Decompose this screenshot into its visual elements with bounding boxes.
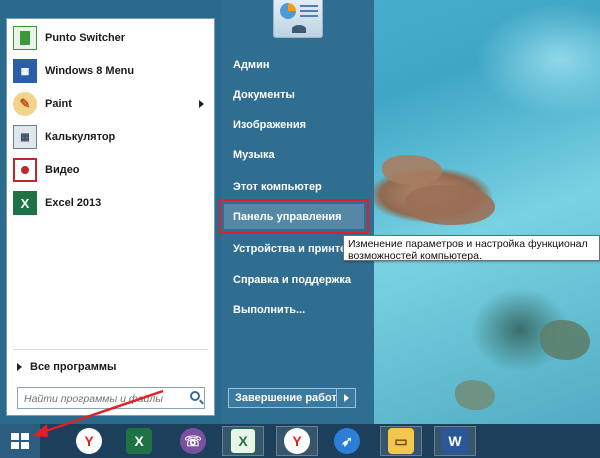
excel-taskbar-icon: X [126, 428, 152, 454]
lamp-icon [292, 25, 306, 33]
start-button[interactable] [0, 424, 40, 458]
all-programs-label: Все программы [30, 361, 117, 373]
shutdown-options-button[interactable] [336, 388, 356, 408]
program-label: Excel 2013 [45, 197, 102, 209]
list-lines-icon [300, 5, 318, 17]
search-box[interactable] [17, 387, 205, 410]
tooltip: Изменение параметров и настройка функцио… [343, 235, 600, 261]
taskbar-excel[interactable]: X [118, 426, 160, 456]
taskbar-viber[interactable]: ☏ [172, 426, 214, 456]
shutdown-label: Завершение работы [235, 392, 347, 404]
word-icon: W [442, 428, 468, 454]
excel-2-taskbar-icon: X [230, 428, 256, 454]
wallpaper-rock [540, 320, 590, 360]
menu-item-this-pc[interactable]: Этот компьютер [233, 178, 322, 196]
start-menu-left-panel: Punto Switcher ▦ Windows 8 Menu ✎ Paint … [0, 0, 221, 424]
wallpaper-rock [455, 380, 495, 410]
menu-item-admin[interactable]: Админ [233, 56, 269, 74]
chart-pie-icon [280, 3, 296, 19]
yandex-browser-icon: Y [76, 428, 102, 454]
taskbar-file-explorer[interactable]: ▭ [380, 426, 422, 456]
program-item-excel[interactable]: X Excel 2013 [13, 188, 101, 218]
program-label: Paint [45, 98, 72, 110]
taskbar-yandex-browser[interactable]: Y [68, 426, 110, 456]
menu-item-documents[interactable]: Документы [233, 86, 295, 104]
taskbar-excel-2[interactable]: X [222, 426, 264, 456]
program-item-paint[interactable]: ✎ Paint [13, 89, 210, 119]
program-item-video[interactable]: Видео [13, 155, 80, 185]
user-picture[interactable] [273, 0, 323, 38]
menu-item-devices-printers[interactable]: Устройства и принтер [233, 240, 353, 258]
file-explorer-icon: ▭ [388, 428, 414, 454]
menu-item-run[interactable]: Выполнить... [233, 301, 305, 319]
program-item-punto-switcher[interactable]: Punto Switcher [13, 23, 125, 53]
viber-icon: ☏ [180, 428, 206, 454]
program-item-calculator[interactable]: ▦ Калькулятор [13, 122, 115, 152]
menu-item-control-panel[interactable]: Панель управления [233, 208, 342, 226]
menu-item-pictures[interactable]: Изображения [233, 116, 306, 134]
wallpaper-rock [382, 155, 442, 185]
excel-icon: X [13, 191, 37, 215]
wallpaper-rock [405, 185, 495, 225]
divider [13, 349, 208, 350]
windows8-menu-icon: ▦ [13, 59, 37, 83]
chevron-right-icon [344, 394, 349, 402]
program-item-windows8-menu[interactable]: ▦ Windows 8 Menu [13, 56, 134, 86]
all-programs-button[interactable]: Все программы [17, 359, 116, 375]
menu-item-music[interactable]: Музыка [233, 146, 275, 164]
bird-app-icon: ➶ [334, 428, 360, 454]
submenu-arrow-icon [199, 100, 204, 108]
video-icon [13, 158, 37, 182]
taskbar-bird-app[interactable]: ➶ [326, 426, 368, 456]
search-input[interactable] [18, 388, 190, 410]
program-label: Калькулятор [45, 131, 116, 143]
punto-switcher-icon [13, 26, 37, 50]
taskbar-word[interactable]: W [434, 426, 476, 456]
tooltip-line-2: возможностей компьютера. [348, 250, 482, 261]
search-icon[interactable] [190, 391, 200, 401]
paint-icon: ✎ [13, 92, 37, 116]
program-label: Punto Switcher [45, 32, 126, 44]
expand-arrow-icon [17, 363, 22, 371]
program-label: Windows 8 Menu [45, 65, 135, 77]
programs-panel: Punto Switcher ▦ Windows 8 Menu ✎ Paint … [6, 18, 215, 416]
tooltip-line-1: Изменение параметров и настройка функцио… [348, 238, 588, 250]
program-label: Видео [45, 164, 80, 176]
menu-item-help-support[interactable]: Справка и поддержка [233, 271, 351, 289]
taskbar-yandex-2[interactable]: Y [276, 426, 318, 456]
windows-logo-icon [11, 433, 29, 449]
calculator-icon: ▦ [13, 125, 37, 149]
yandex-2-taskbar-icon: Y [284, 428, 310, 454]
